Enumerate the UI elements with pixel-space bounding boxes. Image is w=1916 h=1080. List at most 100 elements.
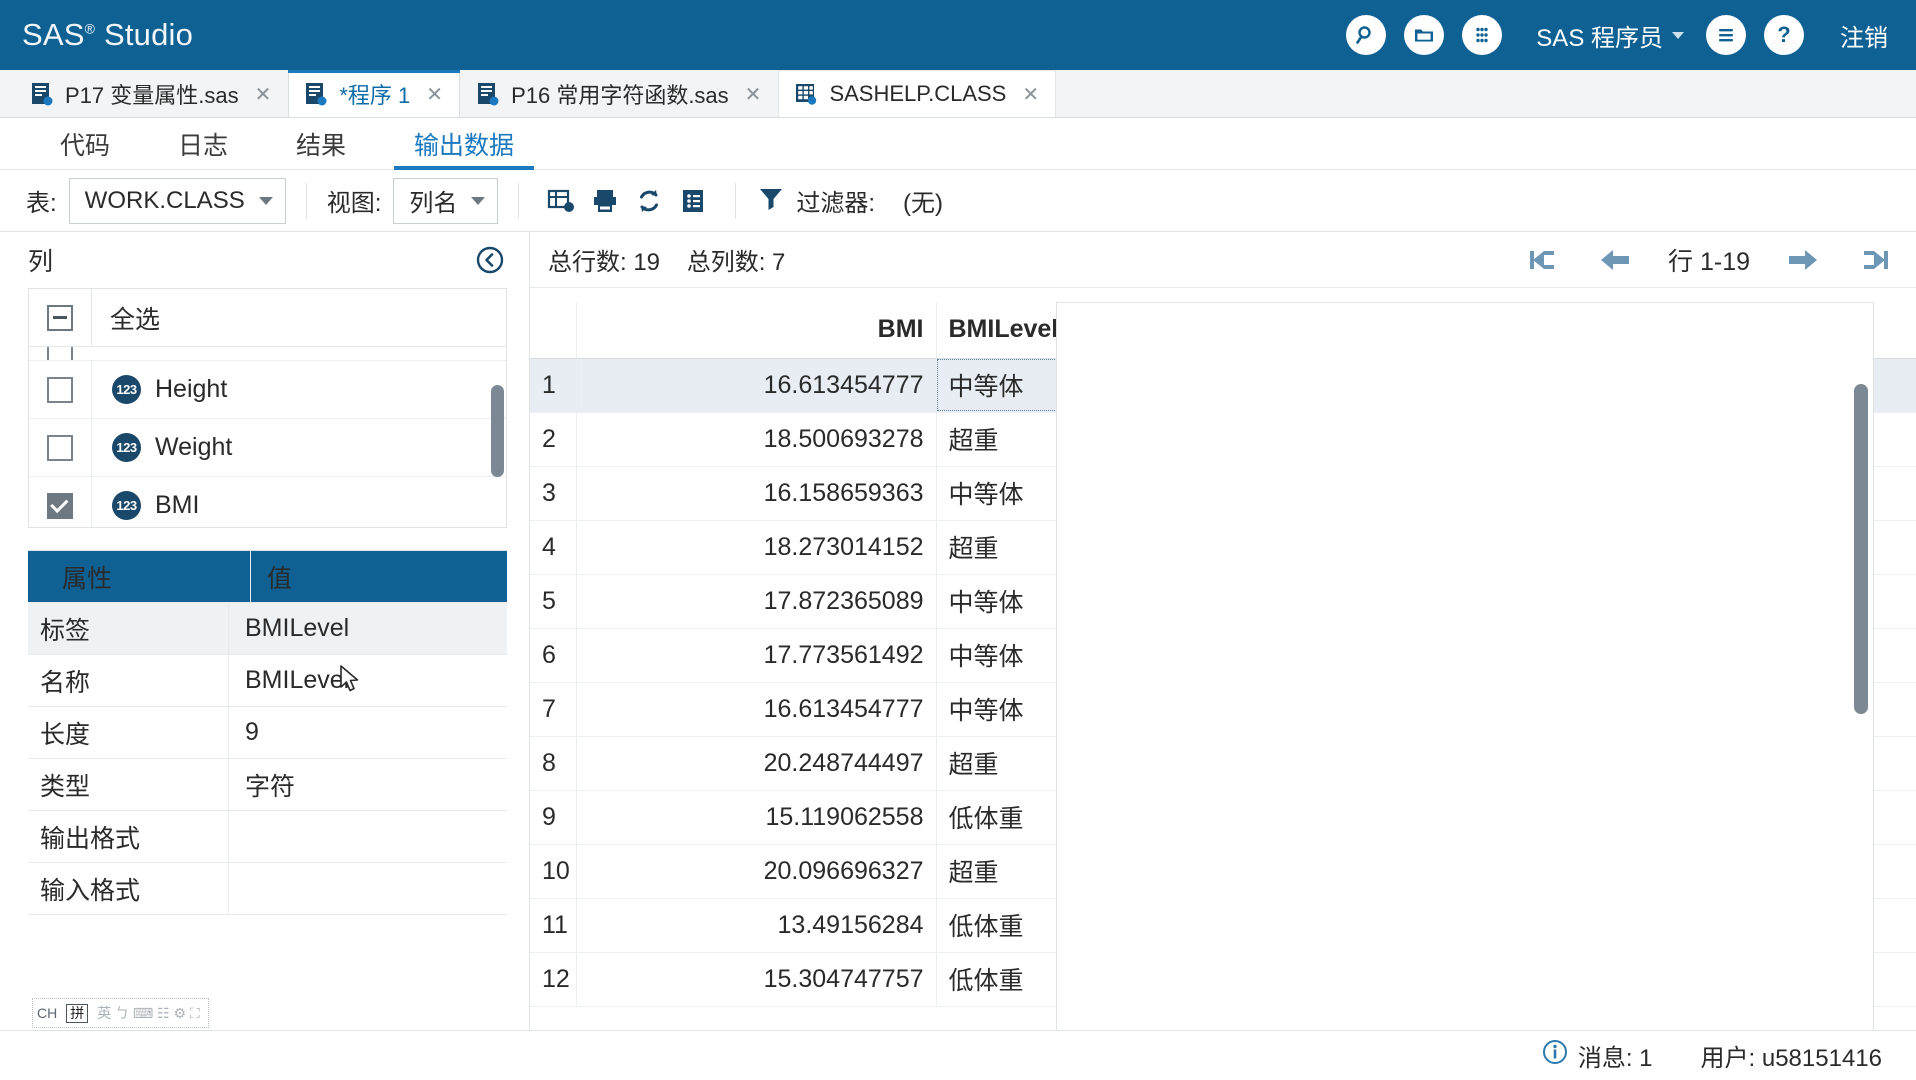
close-icon[interactable]: ✕: [255, 84, 272, 104]
column-header-index[interactable]: [530, 302, 577, 359]
properties-icon[interactable]: [671, 179, 715, 223]
view-select-label: 视图:: [326, 190, 382, 217]
properties-header-row: 属性 值: [28, 551, 507, 603]
save-table-icon[interactable]: [583, 179, 627, 223]
property-row-length[interactable]: 长度 9: [28, 707, 507, 759]
tab-sashelp-class[interactable]: SASHELP.CLASS ✕: [778, 70, 1057, 117]
column-checkbox[interactable]: [47, 434, 73, 461]
user-menu-label: SAS 程序员: [1536, 24, 1663, 52]
header-icon-group: [1346, 15, 1503, 55]
property-value: [229, 811, 507, 862]
sas-program-icon: [478, 82, 499, 105]
table-select-label: 表:: [26, 190, 57, 217]
property-value: BMILevel: [245, 666, 350, 694]
cell-bmi[interactable]: 13.49156284: [576, 898, 937, 953]
close-icon[interactable]: ✕: [1022, 84, 1039, 104]
brand-registered-mark: ®: [84, 20, 96, 37]
folder-icon[interactable]: [1404, 15, 1445, 55]
tab-log[interactable]: 日志: [144, 118, 262, 169]
property-value: [229, 863, 507, 914]
content-subtabs: 代码 日志 结果 输出数据: [0, 118, 1916, 170]
tab-label: P16 常用字符函数.sas: [511, 82, 729, 108]
row-index: 10: [530, 844, 577, 899]
list-item-partial[interactable]: [29, 347, 506, 361]
row-range-label: 行 1-19: [1668, 247, 1750, 276]
output-data-toolbar: 表: WORK.CLASS 视图: 列名 过滤器: (无): [0, 170, 1916, 232]
property-row-format[interactable]: 输出格式: [28, 811, 507, 863]
message-status[interactable]: 消息: 1: [1542, 1038, 1653, 1073]
checkbox-cell: [29, 434, 91, 461]
cell-bmi[interactable]: 17.872365089: [576, 574, 937, 629]
property-row-label[interactable]: 标签 BMILevel: [28, 603, 507, 655]
columns-list-scrollbar[interactable]: [491, 385, 504, 477]
row-index: 2: [530, 412, 577, 467]
ime-mode-label: CH: [37, 1005, 58, 1021]
data-grid-vertical-scrollbar[interactable]: [1854, 384, 1868, 714]
tab-code[interactable]: 代码: [26, 118, 144, 169]
list-item-height[interactable]: 123 Height: [29, 360, 506, 419]
property-row-informat[interactable]: 输入格式: [28, 863, 507, 915]
column-checkbox[interactable]: [47, 376, 73, 403]
column-header-bmi[interactable]: BMI: [576, 302, 937, 359]
cell-bmi[interactable]: 15.119062558: [576, 790, 937, 845]
view-select[interactable]: 列名: [393, 177, 499, 224]
cell-bmi[interactable]: 18.273014152: [576, 520, 937, 575]
next-page-icon[interactable]: [1786, 247, 1820, 273]
row-index: 5: [530, 574, 577, 629]
status-bar: 消息: 1 用户: u58151416: [0, 1030, 1916, 1080]
checkbox-cell: [29, 492, 91, 519]
list-item-bmi[interactable]: 123 BMI: [29, 476, 506, 527]
close-icon[interactable]: ✕: [745, 84, 762, 104]
user-menu[interactable]: SAS 程序员: [1536, 18, 1684, 53]
tab-p16-common-char-functions[interactable]: P16 常用字符函数.sas ✕: [460, 70, 779, 117]
sas-table-icon: [796, 84, 817, 105]
cell-bmi[interactable]: 15.304747757: [576, 952, 937, 1007]
columns-panel-header: 列: [0, 232, 529, 288]
tab-program-1[interactable]: *程序 1 ✕: [288, 70, 461, 117]
filter-value: (无): [903, 190, 944, 217]
columns-panel-title: 列: [28, 248, 54, 276]
header-icon-group-right: ?: [1706, 15, 1804, 55]
ime-pinyin-icon[interactable]: 拼: [66, 1003, 89, 1023]
property-key: 长度: [40, 720, 91, 749]
search-icon[interactable]: [1346, 15, 1387, 55]
cell-bmi[interactable]: 20.096696327: [576, 844, 937, 899]
property-row-type[interactable]: 类型 字符: [28, 759, 507, 811]
column-divider: [91, 476, 92, 527]
tab-p17-variable-attributes[interactable]: P17 变量属性.sas ✕: [14, 70, 289, 117]
row-index: 3: [530, 466, 577, 521]
open-table-icon[interactable]: [539, 179, 583, 223]
view-select-value: 列名: [409, 190, 458, 217]
row-index: 8: [530, 736, 577, 791]
close-icon[interactable]: ✕: [426, 84, 443, 104]
editor-tab-strip: P17 变量属性.sas ✕ *程序 1 ✕ P16 常用字符函数.sas ✕: [0, 70, 1916, 118]
help-icon[interactable]: ?: [1764, 15, 1804, 55]
options-menu-icon[interactable]: [1706, 15, 1746, 55]
logout-button[interactable]: 注销: [1840, 18, 1888, 53]
data-grid-wrapper: BMI BMILevel 1 16.613454777 中等体 2 18.500…: [530, 288, 1916, 1030]
prev-page-icon[interactable]: [1598, 247, 1632, 273]
select-all-checkbox-cell: [29, 304, 91, 331]
list-item-weight[interactable]: 123 Weight: [29, 418, 506, 477]
first-page-icon[interactable]: [1528, 247, 1562, 273]
last-page-icon[interactable]: [1856, 247, 1890, 273]
filter-control[interactable]: 过滤器: (无): [756, 183, 943, 218]
cell-bmi[interactable]: 16.613454777: [576, 358, 937, 413]
collapse-left-icon[interactable]: [475, 245, 505, 275]
apps-grid-icon[interactable]: [1462, 15, 1503, 55]
column-checkbox[interactable]: [47, 347, 73, 360]
table-select[interactable]: WORK.CLASS: [68, 177, 286, 224]
refresh-icon[interactable]: [627, 179, 671, 223]
cell-bmi[interactable]: 16.613454777: [576, 682, 937, 737]
properties-header-value: 值: [267, 564, 293, 593]
cell-bmi[interactable]: 18.500693278: [576, 412, 937, 467]
tab-results[interactable]: 结果: [262, 118, 380, 169]
ime-floating-bar[interactable]: CH 拼 英 ㄅ ⌨ ☷ ⚙ ⛶: [32, 998, 209, 1028]
column-checkbox[interactable]: [47, 492, 73, 519]
cell-bmi[interactable]: 17.773561492: [576, 628, 937, 683]
select-all-checkbox[interactable]: [47, 304, 73, 331]
cell-bmi[interactable]: 16.158659363: [576, 466, 937, 521]
property-row-name[interactable]: 名称 BMILevel: [28, 655, 507, 707]
tab-output-data[interactable]: 输出数据: [380, 118, 548, 170]
cell-bmi[interactable]: 20.248744497: [576, 736, 937, 791]
